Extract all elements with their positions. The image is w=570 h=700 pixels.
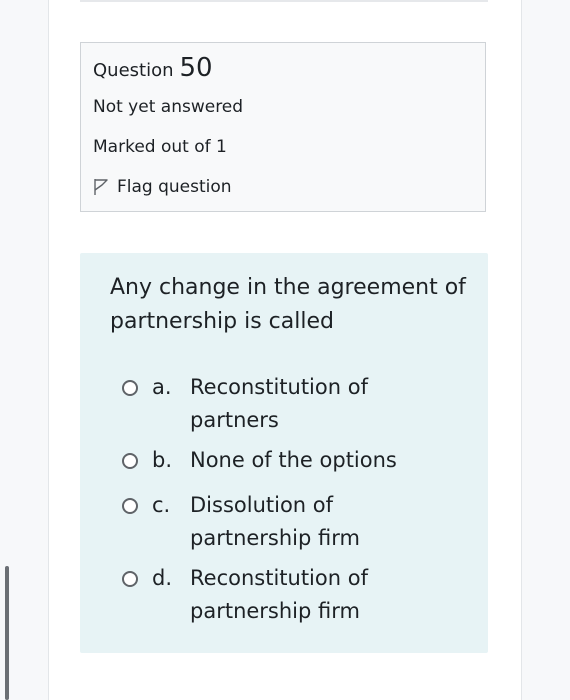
flag-question-link[interactable]: Flag question: [93, 177, 232, 197]
question-info: Question 50 Not yet answered Marked out …: [80, 42, 486, 212]
divider: [80, 0, 488, 2]
option-letter: a.: [152, 375, 172, 399]
radio-button[interactable]: [122, 571, 138, 587]
option-c[interactable]: c. Dissolution of partnership firm: [122, 489, 430, 555]
question-text: Any change in the agreement of partnersh…: [110, 275, 466, 334]
question-heading: Question 50: [93, 53, 213, 83]
flag-question-label: Flag question: [117, 177, 232, 197]
option-b[interactable]: b. None of the options: [122, 444, 430, 477]
question-number: 50: [179, 53, 213, 83]
radio-button[interactable]: [122, 498, 138, 514]
question-formulation: Any change in the agreement of partnersh…: [80, 253, 488, 653]
option-text: Dissolution of partnership firm: [190, 493, 360, 550]
question-state: Not yet answered: [93, 97, 244, 117]
option-letter: d.: [152, 566, 173, 590]
option-text: None of the options: [190, 448, 397, 472]
option-text: Reconstitution of partners: [190, 375, 368, 432]
option-d[interactable]: d. Reconstitution of partnership firm: [122, 562, 430, 628]
option-letter: b.: [152, 448, 173, 472]
scrollbar[interactable]: [5, 566, 9, 700]
flag-icon: [94, 179, 108, 195]
question-label: Question: [93, 60, 174, 81]
radio-button[interactable]: [122, 453, 138, 469]
radio-button[interactable]: [122, 380, 138, 396]
option-letter: c.: [152, 493, 171, 517]
question-grade: Marked out of 1: [93, 137, 227, 157]
left-rail: [0, 0, 48, 700]
option-text: Reconstitution of partnership firm: [190, 566, 368, 623]
option-a[interactable]: a. Reconstitution of partners: [122, 371, 430, 437]
